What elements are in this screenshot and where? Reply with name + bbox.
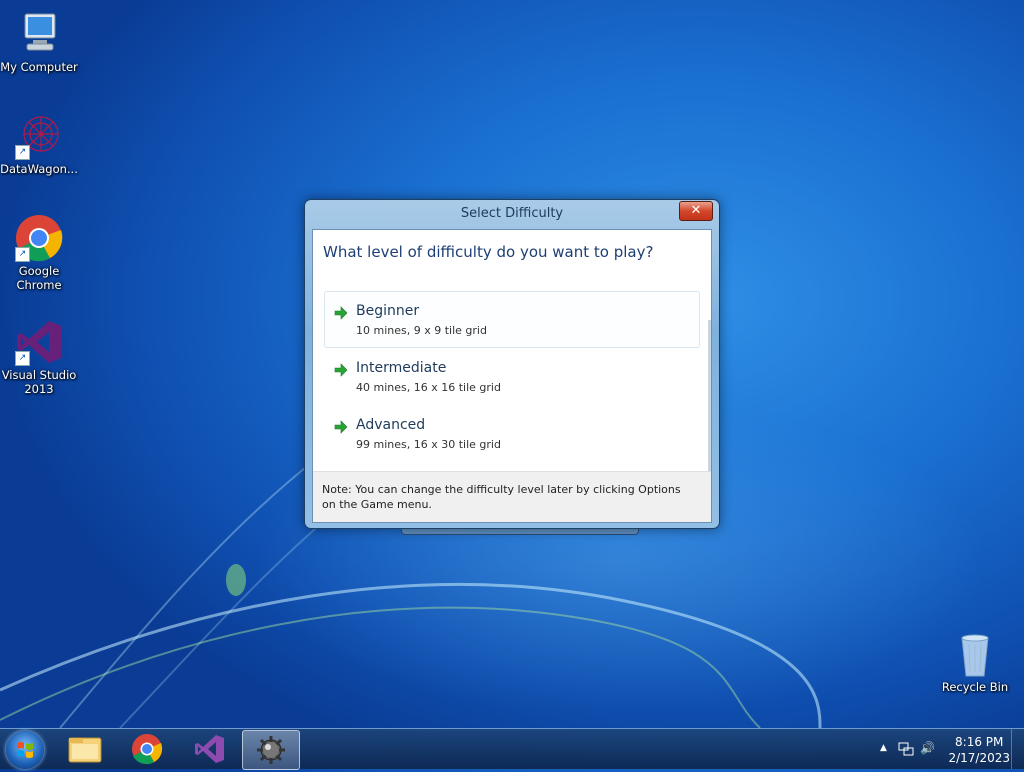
- desktop-icon-google-chrome[interactable]: ↗ Google Chrome: [0, 214, 78, 292]
- dialog-scroll-edge: [708, 320, 711, 475]
- recycle-bin-icon: [951, 630, 999, 678]
- green-arrow-icon: [334, 306, 348, 320]
- desktop-icon-my-computer[interactable]: My Computer: [0, 10, 78, 74]
- close-button[interactable]: ✕: [679, 201, 713, 221]
- option-advanced[interactable]: Advanced 99 mines, 16 x 30 tile grid: [324, 405, 700, 462]
- desktop-icon-label: Google Chrome: [16, 264, 62, 292]
- option-beginner[interactable]: Beginner 10 mines, 9 x 9 tile grid: [324, 291, 700, 348]
- chrome-icon: [132, 734, 163, 765]
- clock-date: 2/17/2023: [948, 751, 1010, 765]
- clock-time: 8:16 PM: [955, 735, 1004, 749]
- computer-icon: [15, 10, 63, 58]
- windows-logo-icon: [17, 742, 33, 758]
- option-description: 10 mines, 9 x 9 tile grid: [356, 324, 487, 337]
- shortcut-arrow-icon: ↗: [15, 145, 30, 160]
- note-area: Note: You can change the difficulty leve…: [313, 471, 711, 522]
- green-arrow-icon: [334, 420, 348, 434]
- system-tray: ▲ 🔊 8:16 PM 2/17/2023: [874, 729, 1024, 769]
- taskbar: ▲ 🔊 8:16 PM 2/17/2023: [0, 728, 1024, 770]
- volume-icon[interactable]: 🔊: [920, 741, 935, 755]
- chrome-icon: ↗: [15, 214, 63, 262]
- datawagon-icon: ↗: [15, 112, 63, 160]
- shortcut-arrow-icon: ↗: [15, 351, 30, 366]
- mine-gear-icon: [257, 736, 285, 764]
- desktop-icon-datawagon[interactable]: ↗ DataWagon...: [0, 112, 78, 176]
- desktop-icon-label: My Computer: [0, 60, 78, 74]
- show-hidden-icons-button[interactable]: ▲: [880, 743, 887, 753]
- dialog-title: Select Difficulty: [460, 206, 564, 221]
- desktop-icon-visual-studio[interactable]: ↗ Visual Studio 2013: [0, 318, 78, 396]
- taskbar-explorer-button[interactable]: [57, 730, 113, 768]
- desktop-icon-recycle-bin[interactable]: Recycle Bin: [936, 630, 1014, 694]
- select-difficulty-dialog: Select Difficulty ✕ What level of diffic…: [304, 199, 720, 529]
- clock[interactable]: 8:16 PM 2/17/2023: [948, 734, 1010, 766]
- green-arrow-icon: [334, 363, 348, 377]
- difficulty-question: What level of difficulty do you want to …: [323, 243, 654, 261]
- option-intermediate[interactable]: Intermediate 40 mines, 16 x 16 tile grid: [324, 348, 700, 405]
- option-title: Intermediate: [356, 360, 447, 376]
- option-title: Advanced: [356, 417, 426, 433]
- visual-studio-icon: ↗: [15, 318, 63, 366]
- taskbar-visual-studio-button[interactable]: [181, 730, 237, 768]
- desktop-icon-label: Recycle Bin: [941, 680, 1009, 694]
- network-icon[interactable]: [898, 741, 914, 761]
- option-description: 99 mines, 16 x 30 tile grid: [356, 438, 501, 451]
- show-desktop-button[interactable]: [1011, 729, 1024, 769]
- dialog-body: What level of difficulty do you want to …: [312, 229, 712, 523]
- shortcut-arrow-icon: ↗: [15, 247, 30, 262]
- taskbar-minesweeper-button[interactable]: [242, 730, 300, 770]
- difficulty-note: Note: You can change the difficulty leve…: [322, 483, 681, 511]
- desktop-icon-label: Visual Studio 2013: [1, 368, 77, 396]
- option-title: Beginner: [356, 303, 420, 319]
- option-description: 40 mines, 16 x 16 tile grid: [356, 381, 501, 394]
- visual-studio-icon: [195, 735, 224, 763]
- start-button[interactable]: [6, 731, 44, 769]
- desktop-icon-label: DataWagon...: [0, 162, 78, 176]
- taskbar-chrome-button[interactable]: [119, 730, 175, 768]
- folder-icon: [68, 737, 102, 763]
